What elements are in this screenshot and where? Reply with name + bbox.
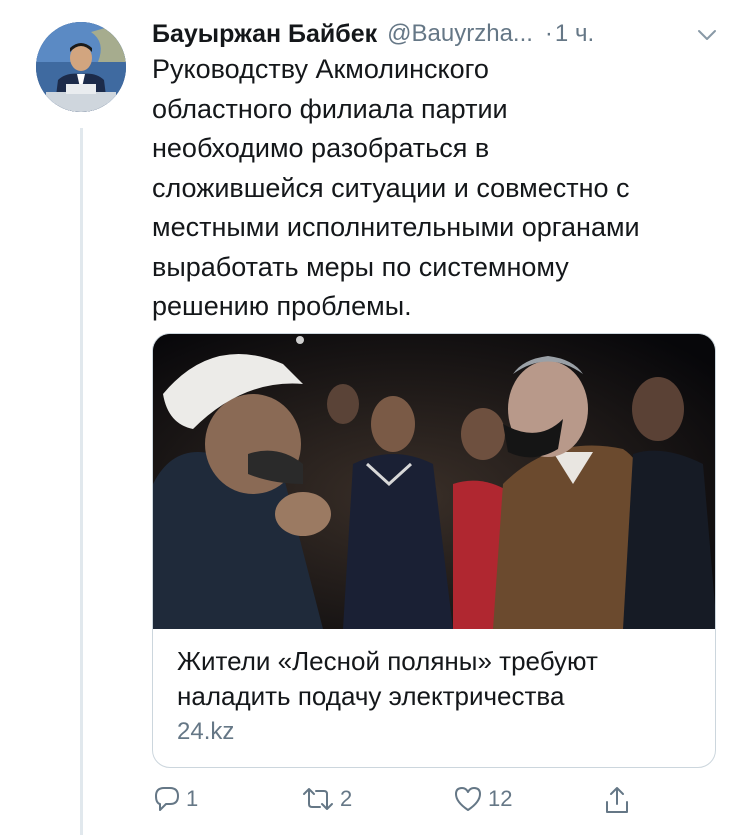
retweet-icon: [303, 788, 333, 810]
like-count: 12: [488, 786, 513, 811]
tweet-text: Руководству Акмолинского областного фили…: [152, 50, 732, 327]
thread-line: [80, 128, 83, 835]
card-title: Жители «Лесной поляны» требуют наладить …: [177, 644, 697, 714]
separator-dot: ·: [544, 20, 553, 47]
reply-icon: [155, 787, 179, 811]
tweet-text-line: решению проблемы.: [152, 291, 412, 321]
retweet-count: 2: [340, 786, 353, 811]
like-button[interactable]: 12: [452, 784, 512, 814]
timestamp[interactable]: 1 ч.: [555, 20, 594, 48]
tweet-text-line: местными исполнительными органами: [152, 212, 640, 242]
tweet-text-line: выработать меры по системному: [152, 251, 569, 282]
action-bar: 1 2 12: [152, 784, 732, 824]
card-image[interactable]: [153, 334, 715, 629]
share-icon: [606, 787, 628, 813]
author-name[interactable]: Бауыржан Байбек: [152, 20, 377, 49]
avatar[interactable]: [36, 22, 126, 112]
card-title-line: наладить подачу электричества: [177, 681, 565, 711]
card-photo: [153, 334, 715, 629]
reply-count: 1: [186, 786, 199, 811]
heart-icon: [455, 787, 481, 811]
tweet-text-line: областного филиала партии: [152, 93, 508, 124]
card-title-line: Жители «Лесной поляны» требуют: [177, 646, 598, 676]
author-handle[interactable]: @Bauyrzha...: [387, 20, 533, 48]
tweet-text-line: Руководству Акмолинского: [152, 54, 489, 84]
link-card[interactable]: Жители «Лесной поляны» требуют наладить …: [152, 333, 716, 768]
chevron-down-icon[interactable]: [696, 24, 718, 46]
tweet-header: Бауыржан Байбек @Bauyrzha... · 1 ч.: [152, 14, 732, 54]
tweet-text-line: сложившейся ситуации и совместно с: [152, 172, 630, 203]
share-button[interactable]: [602, 784, 632, 816]
avatar-photo: [36, 22, 126, 112]
card-domain: 24.kz: [177, 718, 235, 745]
card-body[interactable]: Жители «Лесной поляны» требуют наладить …: [177, 644, 697, 746]
tweet-text-line: необходимо разобраться в: [152, 133, 490, 163]
retweet-button[interactable]: 2: [300, 784, 352, 814]
reply-button[interactable]: 1: [152, 784, 198, 814]
